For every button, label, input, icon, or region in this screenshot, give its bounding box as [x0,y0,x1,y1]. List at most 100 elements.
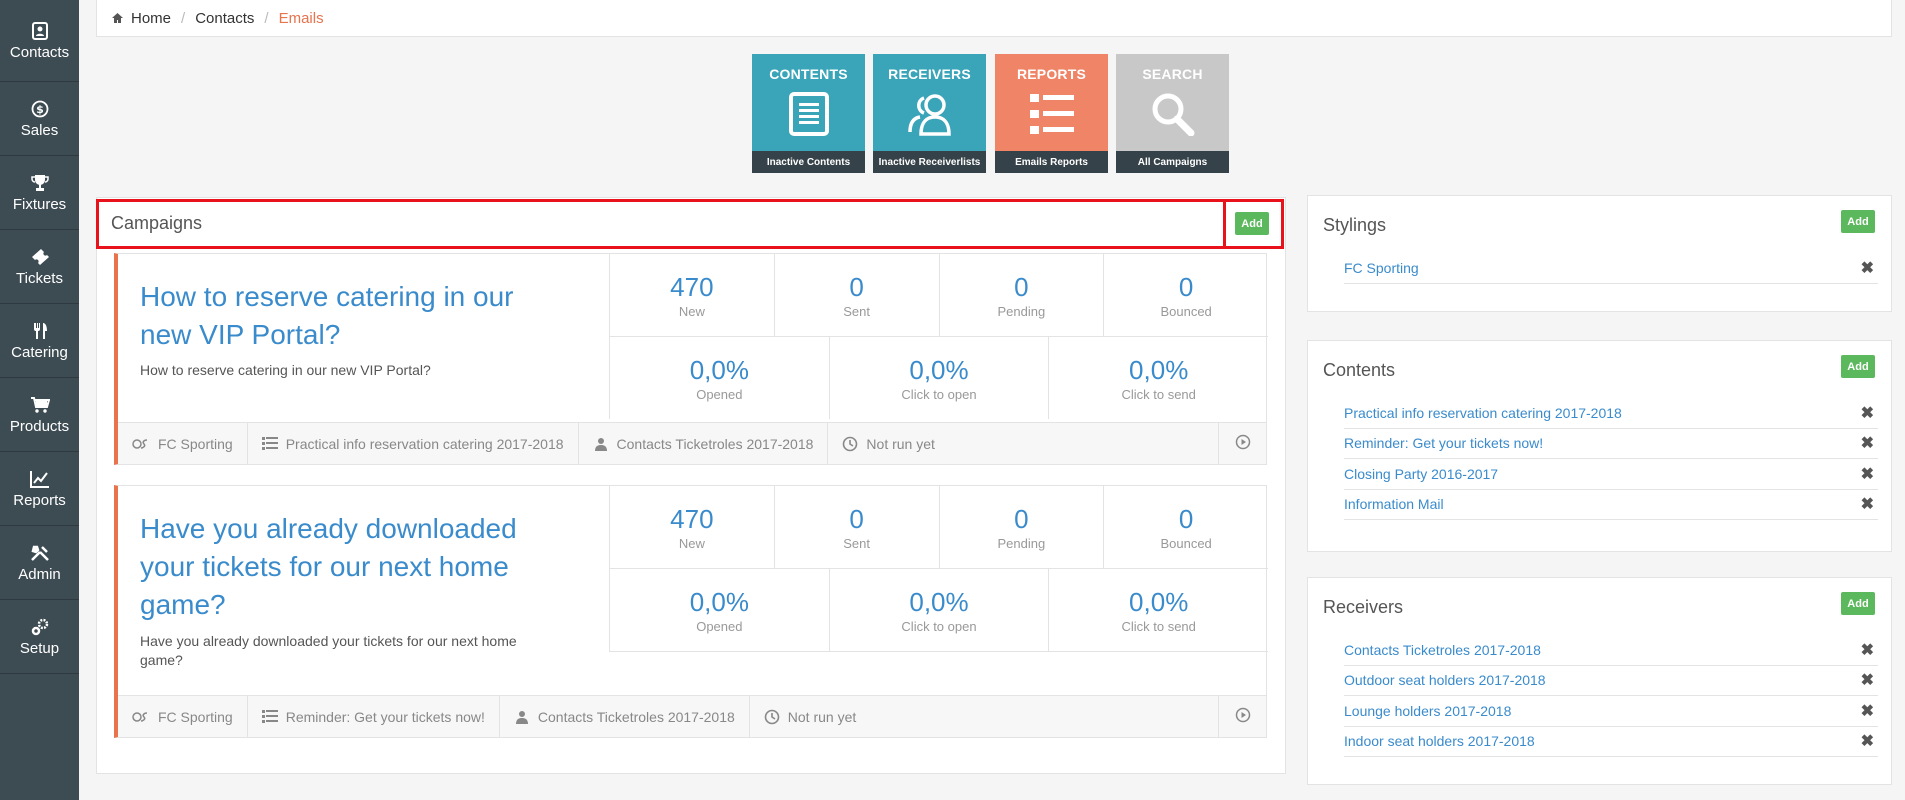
content-link[interactable]: Closing Party 2016-2017 [1344,466,1498,482]
sidebar-label: Contacts [9,43,70,61]
footer-content-label: Practical info reservation catering 2017… [285,435,564,452]
stats-row-bottom: 0,0% Opened 0,0% Click to open 0,0% Click t… [609,337,1268,419]
content-link[interactable]: Information Mail [1344,496,1444,512]
sidebar-label: Sales [20,121,59,139]
campaign-title[interactable]: Have you already downloaded your tickets… [140,510,570,624]
sidebar-item-products[interactable]: Products [0,378,79,452]
add-styling-button[interactable]: Add [1841,210,1875,233]
footer-styling[interactable]: FC Sporting [118,422,248,465]
add-content-button[interactable]: Add [1841,355,1875,378]
list-item: Indoor seat holders 2017-2018 ✖ [1344,727,1878,757]
list-item: Contacts Ticketroles 2017-2018 ✖ [1344,635,1878,666]
remove-icon[interactable]: ✖ [1861,403,1874,423]
remove-icon[interactable]: ✖ [1861,731,1874,751]
sidebar-item-catering[interactable]: Catering [0,304,79,378]
receiver-link[interactable]: Lounge holders 2017-2018 [1344,703,1511,719]
sidebar-item-contacts[interactable]: Contacts [0,0,79,82]
chart-icon [29,469,51,489]
stat-click-to-send: 0,0% Click to send [1048,569,1268,651]
content-link[interactable]: Reminder: Get your tickets now! [1344,435,1543,451]
campaign-description: How to reserve catering in our new VIP P… [140,362,431,378]
stat-pending: 0 Pending [938,254,1104,336]
receiver-link[interactable]: Indoor seat holders 2017-2018 [1344,733,1535,749]
stat-value: 0 [849,271,864,302]
add-receiver-button[interactable]: Add [1841,592,1875,615]
list-item: FC Sporting ✖ [1344,253,1878,284]
campaign-card[interactable]: Have you already downloaded your tickets… [114,485,1268,738]
sidebar-item-sales[interactable]: $ Sales [0,82,79,156]
breadcrumb: Home / Contacts / Emails [96,0,1892,37]
stat-label: Bounced [1160,303,1212,319]
tile-title: SEARCH [1142,66,1203,82]
remove-icon[interactable]: ✖ [1861,670,1874,690]
stat-new: 470 New [609,254,774,336]
stylings-title: Stylings [1323,215,1387,235]
footer-receivers-label: Contacts Ticketroles 2017-2018 [537,708,735,725]
footer-content[interactable]: Practical info reservation catering 2017… [248,422,579,465]
stat-label: Click to open [901,618,977,634]
remove-icon[interactable]: ✖ [1861,640,1874,660]
sidebar-item-reports[interactable]: Reports [0,452,79,526]
footer-status-label: Not run yet [787,708,857,725]
run-campaign-button[interactable] [1218,696,1266,738]
sidebar-item-admin[interactable]: Admin [0,526,79,600]
add-campaign-button[interactable]: Add [1235,212,1269,235]
stat-label: Click to send [1121,618,1196,634]
tile-reports[interactable]: REPORTS Emails Reports [995,54,1108,173]
remove-icon[interactable]: ✖ [1861,258,1874,278]
stats-row-bottom: 0,0% Opened 0,0% Click to open 0,0% Click t… [609,569,1268,652]
breadcrumb-contacts[interactable]: Contacts [195,10,254,27]
remove-icon[interactable]: ✖ [1861,464,1874,484]
clock-icon [764,709,780,725]
list-item: Practical info reservation catering 2017… [1344,398,1878,429]
contents-panel: Contents Add Practical info reservation … [1307,340,1892,552]
sidebar-item-tickets[interactable]: Tickets [0,230,79,304]
tile-contents[interactable]: CONTENTS Inactive Contents [752,54,865,173]
campaign-footer: FC Sporting Practical info reservation c… [118,422,1266,465]
stat-label: Sent [843,303,870,319]
footer-status-label: Not run yet [866,435,935,452]
remove-icon[interactable]: ✖ [1861,701,1874,721]
stat-value: 0,0% [689,354,749,385]
ticket-icon [29,247,51,267]
content-link[interactable]: Practical info reservation catering 2017… [1344,405,1622,421]
breadcrumb-home[interactable]: Home [131,10,171,27]
tile-footer: Emails Reports [995,151,1108,173]
tile-footer: Inactive Receiverlists [873,151,986,173]
stats-row-top: 470 New 0 Sent 0 Pending 0 Bounced [609,254,1268,337]
sidebar: Contacts $ Sales Fixtures Tickets Cateri… [0,0,79,800]
stat-value: 0,0% [909,586,969,617]
remove-icon[interactable]: ✖ [1861,433,1874,453]
sidebar-item-fixtures[interactable]: Fixtures [0,156,79,230]
receiver-link[interactable]: Outdoor seat holders 2017-2018 [1344,672,1546,688]
footer-receivers[interactable]: Contacts Ticketroles 2017-2018 [500,695,750,738]
sidebar-label: Setup [19,639,60,657]
sidebar-label: Admin [18,565,61,583]
stat-value: 0 [1178,271,1194,302]
clock-icon [842,436,858,452]
styling-icon [132,438,150,450]
receiver-link[interactable]: Contacts Ticketroles 2017-2018 [1344,642,1541,658]
sidebar-item-setup[interactable]: Setup [0,600,79,674]
footer-content[interactable]: Reminder: Get your tickets now! [248,695,500,738]
footer-receivers[interactable]: Contacts Ticketroles 2017-2018 [579,422,829,465]
stat-value: 0 [1014,503,1029,534]
tile-search[interactable]: SEARCH All Campaigns [1116,54,1229,173]
styling-link[interactable]: FC Sporting [1344,260,1419,276]
run-campaign-button[interactable] [1218,423,1266,465]
stat-bounced: 0 Bounced [1103,486,1268,568]
tile-title: RECEIVERS [888,66,971,82]
dollar-icon: $ [29,99,51,119]
campaign-title[interactable]: How to reserve catering in our new VIP P… [140,278,570,354]
styling-icon [132,711,150,723]
footer-styling[interactable]: FC Sporting [118,695,248,738]
remove-icon[interactable]: ✖ [1861,494,1874,514]
campaign-stats: 470 New 0 Sent 0 Pending 0 Bounced 0,0% Opene… [609,254,1268,419]
tile-title: CONTENTS [769,66,848,82]
tile-receivers[interactable]: RECEIVERS Inactive Receiverlists [873,54,986,173]
stat-opened: 0,0% Opened [609,569,829,651]
stat-pending: 0 Pending [938,486,1104,568]
campaign-card[interactable]: How to reserve catering in our new VIP P… [114,253,1268,465]
receivers-title: Receivers [1323,597,1404,617]
receivers-icon [593,437,609,451]
